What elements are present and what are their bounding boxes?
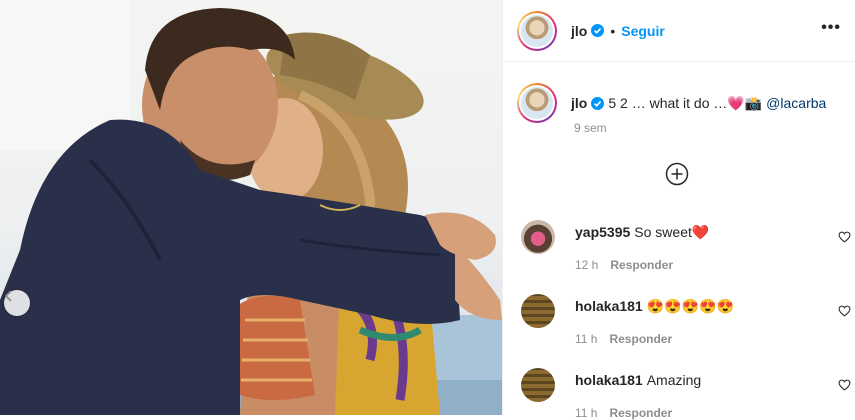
comment-username[interactable]: holaka181 [575,298,643,314]
comment-text: Amazing [646,372,702,388]
comment-avatar[interactable] [521,294,555,328]
caption-text: 5 2 … what it do …💗📸 @lacarba [608,95,826,112]
header-username[interactable]: jlo [571,23,587,39]
comment-meta: 11 h Responder [575,406,672,420]
comment-line: holaka181 Amazing [575,372,701,388]
comment-username[interactable]: holaka181 [575,372,643,388]
post-photo[interactable] [0,0,502,415]
reply-button[interactable]: Responder [610,258,673,272]
like-comment-heart-icon[interactable] [838,378,851,396]
post-photo-illustration [0,0,502,415]
profile-avatar[interactable] [517,10,557,51]
header-separator: • [610,22,616,39]
verified-badge-icon [591,24,605,37]
comment-username[interactable]: yap5395 [575,224,630,240]
instagram-post-view: jlo • Seguir ••• jlo 5 2 … what it do …💗… [0,0,855,420]
comment-avatar[interactable] [521,368,555,402]
comment-meta: 12 h Responder [575,258,673,272]
caption-timestamp[interactable]: 9 sem [574,121,607,135]
caption-username[interactable]: jlo [571,95,587,111]
like-comment-heart-icon[interactable] [838,230,851,248]
post-header: jlo • Seguir ••• [503,0,855,62]
caption-mention-link[interactable]: @lacarba [766,95,826,111]
previous-image-button[interactable] [4,290,30,316]
comment-line: holaka181 😍😍😍😍😍 [575,298,734,315]
follow-button[interactable]: Seguir [621,23,665,39]
like-comment-heart-icon[interactable] [838,304,851,322]
load-more-comments-button[interactable] [665,162,689,186]
caption-body: 5 2 … what it do … [608,94,728,111]
comment-line: yap5395 So sweet❤️ [575,224,709,241]
avatar-image [521,14,553,47]
caption-avatar[interactable] [517,83,557,123]
chevron-left-icon [4,290,12,302]
verified-badge-icon [591,96,605,110]
post-caption: jlo 5 2 … what it do …💗📸 @lacarba 9 sem [517,83,847,135]
comment-time[interactable]: 12 h [575,258,598,272]
comment-avatar[interactable] [521,220,555,254]
more-options-icon[interactable]: ••• [821,20,841,36]
comment-text: 😍😍😍😍😍 [646,298,734,314]
plus-circle-icon [665,162,689,186]
avatar-image [521,87,553,119]
post-side-panel: jlo • Seguir ••• jlo 5 2 … what it do …💗… [502,0,855,420]
reply-button[interactable]: Responder [609,332,672,346]
comment-time[interactable]: 11 h [575,332,597,346]
comment-text: So sweet❤️ [634,224,710,240]
comment-meta: 11 h Responder [575,332,672,346]
caption-emoji: 💗📸 [727,94,763,111]
comment-time[interactable]: 11 h [575,406,597,420]
reply-button[interactable]: Responder [609,406,672,420]
